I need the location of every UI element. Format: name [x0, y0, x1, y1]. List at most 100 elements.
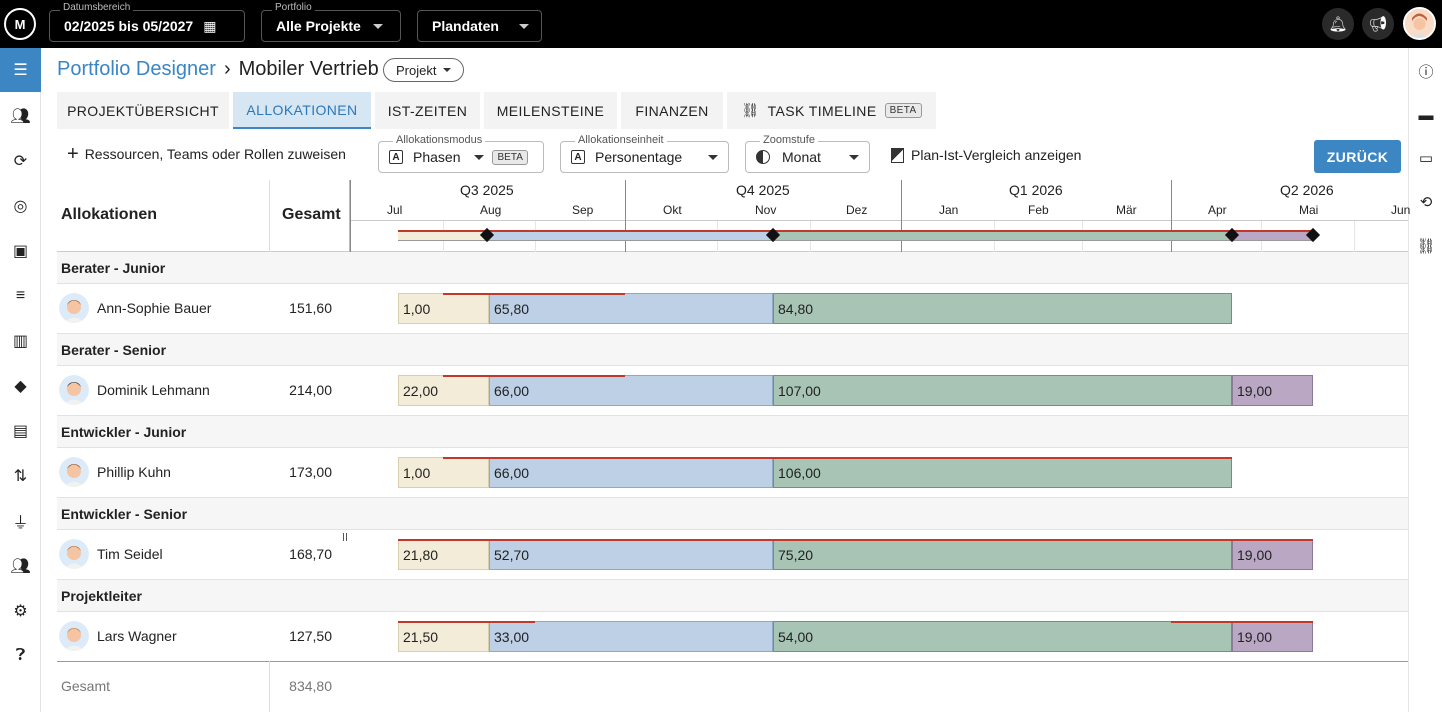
allocation-phase-bar[interactable]: 19,00	[1232, 621, 1313, 652]
tab-allokationen[interactable]: Allokationen	[233, 92, 371, 129]
allocation-unit-select[interactable]: Allokationseinheit A Personentage	[560, 134, 729, 173]
month-label: Dez	[846, 203, 868, 217]
person-avatar	[59, 293, 89, 323]
month-label: Jul	[387, 203, 403, 217]
allocation-phase-bar[interactable]: 19,00	[1232, 375, 1313, 406]
tab-projektuebersicht[interactable]: Projektübersicht	[57, 92, 229, 129]
breadcrumb-portfolio-designer[interactable]: Portfolio Designer	[57, 58, 216, 81]
allocation-phase-bar[interactable]: 21,80	[398, 539, 489, 570]
total-value: 834,80	[289, 678, 332, 694]
history-icon[interactable]: ⟲	[1409, 187, 1442, 217]
refresh-icon[interactable]: ⟳	[0, 139, 41, 183]
allocation-phase-bar[interactable]: 66,00	[489, 375, 773, 406]
quarter-label: Q2 2026	[1280, 182, 1334, 198]
allocation-phase-bar[interactable]: 1,00	[398, 457, 489, 488]
page-title: Mobiler Vertrieb	[238, 58, 379, 80]
breadcrumb-separator: ›	[223, 58, 231, 80]
user-avatar[interactable]	[1403, 7, 1436, 40]
allocation-phase-bar[interactable]: 33,00	[489, 621, 773, 652]
plus-icon: +	[67, 143, 79, 165]
plan-ist-compare-toggle[interactable]: Plan-Ist-Vergleich anzeigen	[891, 147, 1081, 163]
assign-resources-label: Ressourcen, Teams oder Rollen zuweisen	[84, 146, 346, 162]
target-icon[interactable]: ◎	[0, 184, 41, 228]
left-sidebar: ☰ 👥︎ ⟳ ◎ ▣ ≡ ▥ ◆ ▤ ⇅ ⏚ 👥︎ ⚙ ❓︎	[0, 48, 41, 712]
document-icon[interactable]: ▤	[0, 409, 41, 453]
info-icon[interactable]: ⓘ	[1409, 56, 1442, 86]
allocation-mode-value: Phasen	[413, 149, 461, 165]
allocation-phase-bar[interactable]: 106,00	[773, 457, 1232, 488]
person-name[interactable]: Tim Seidel	[97, 546, 163, 562]
project-type-chip[interactable]: Projekt	[383, 58, 465, 82]
zoom-level-label: Zoomstufe	[760, 134, 818, 146]
person-total: 214,00	[289, 382, 332, 398]
columns-icon[interactable]: ▥	[0, 319, 41, 363]
tab-finanzen[interactable]: Finanzen	[621, 92, 723, 129]
person-name[interactable]: Phillip Kuhn	[97, 464, 171, 480]
zoom-level-select[interactable]: Zoomstufe Monat	[745, 134, 870, 173]
menu-icon[interactable]: ☰	[0, 48, 41, 92]
person-name[interactable]: Ann-Sophie Bauer	[97, 300, 211, 316]
group-row: Berater - Senior	[57, 334, 1408, 366]
plan-deviation-line	[398, 621, 535, 623]
data-source-select[interactable]: Plandaten	[417, 10, 542, 42]
allocation-mode-label: Allokationsmodus	[393, 134, 486, 146]
column-divider	[269, 661, 270, 712]
settings-gear-icon[interactable]: ⚙	[0, 589, 41, 633]
allocation-mode-select[interactable]: Allokationsmodus A Phasen BETA	[378, 134, 544, 173]
link-icon[interactable]: ⛓	[1409, 231, 1442, 261]
allocation-unit-label: Allokationseinheit	[575, 134, 667, 146]
user-list-icon[interactable]: 👥︎	[0, 94, 41, 138]
allocation-phase-bar[interactable]: 19,00	[1232, 539, 1313, 570]
date-range-label: Datumsbereich	[60, 2, 134, 13]
month-label: Sep	[572, 203, 594, 217]
help-icon[interactable]: ❓︎	[0, 634, 41, 678]
assign-resources-button[interactable]: + Ressourcen, Teams oder Rollen zuweisen	[67, 143, 346, 165]
beta-badge: BETA	[884, 103, 922, 118]
month-label: Apr	[1208, 203, 1227, 217]
allocation-phase-bar[interactable]: 21,50	[398, 621, 489, 652]
list-icon[interactable]: ≡	[0, 274, 41, 318]
allocation-phase-bar[interactable]: 75,20	[773, 539, 1232, 570]
allocation-phase-bar[interactable]: 22,00	[398, 375, 489, 406]
allocation-phase-bar[interactable]: 65,80	[489, 293, 773, 324]
tab-ist-zeiten[interactable]: IST-Zeiten	[375, 92, 480, 129]
person-avatar	[59, 539, 89, 569]
data-source-value: Plandaten	[432, 18, 499, 34]
resize-handle[interactable]	[343, 533, 347, 541]
plan-deviation-line	[398, 539, 1313, 541]
month-label: Okt	[663, 203, 682, 217]
comments-icon[interactable]: ▬	[1409, 100, 1442, 130]
column-header-total: Gesamt	[282, 206, 341, 223]
portfolio-select[interactable]: Portfolio Alle Projekte	[261, 2, 401, 42]
person-name[interactable]: Dominik Lehmann	[97, 382, 210, 398]
tab-task-timeline[interactable]: ⛓ Task Timeline BETA	[727, 92, 936, 129]
contrast-icon	[756, 150, 770, 164]
person-name[interactable]: Lars Wagner	[97, 628, 177, 644]
date-range-field[interactable]: Datumsbereich 02/2025 bis 05/2027 ▦	[49, 2, 245, 42]
announcement-megaphone-icon[interactable]: 📢︎	[1362, 8, 1394, 40]
column-header-allocations: Allokationen	[61, 206, 158, 223]
app-logo[interactable]: M	[4, 8, 36, 40]
tab-label: Meilensteine	[496, 102, 605, 119]
chevron-down-icon	[372, 23, 383, 29]
people-icon[interactable]: 👥︎	[0, 544, 41, 588]
message-icon[interactable]: ▭	[1409, 143, 1442, 173]
allocation-phase-bar[interactable]: 84,80	[773, 293, 1232, 324]
allocation-phase-bar[interactable]: 107,00	[773, 375, 1232, 406]
group-row: Projektleiter	[57, 580, 1408, 612]
phase-summary-segment	[773, 230, 1232, 241]
direction-icon[interactable]: ◆	[0, 364, 41, 408]
tab-meilensteine[interactable]: Meilensteine	[484, 92, 617, 129]
swap-icon[interactable]: ⇅	[0, 454, 41, 498]
month-label: Nov	[755, 203, 777, 217]
compare-icon	[891, 147, 904, 163]
allocation-phase-bar[interactable]: 66,00	[489, 457, 773, 488]
clipboard-user-icon[interactable]: ▣	[0, 229, 41, 273]
plan-deviation-line	[443, 457, 1232, 459]
back-button[interactable]: ZURÜCK	[1314, 140, 1401, 173]
plug-icon[interactable]: ⏚	[0, 499, 41, 543]
notifications-bell-icon[interactable]: 🔔︎	[1322, 8, 1354, 40]
allocation-phase-bar[interactable]: 52,70	[489, 539, 773, 570]
allocation-phase-bar[interactable]: 54,00	[773, 621, 1232, 652]
allocation-phase-bar[interactable]: 1,00	[398, 293, 489, 324]
